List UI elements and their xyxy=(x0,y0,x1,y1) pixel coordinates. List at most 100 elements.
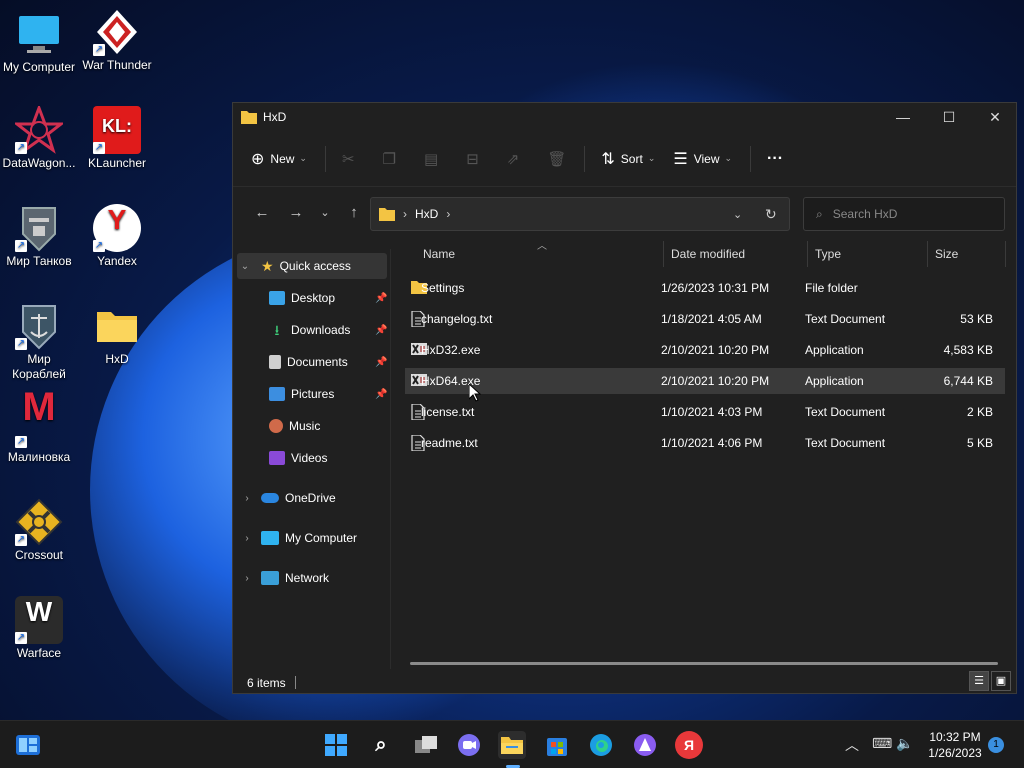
column-divider[interactable] xyxy=(663,241,664,267)
sort-button[interactable]: ⇅ Sort ⌄ xyxy=(601,149,655,169)
more-options-button[interactable]: ··· xyxy=(767,150,783,168)
nav-item-music[interactable]: Music xyxy=(269,413,320,439)
nav-item-documents[interactable]: Documents xyxy=(269,349,348,375)
desktop-icon-warface[interactable]: W ↗ Warface xyxy=(0,596,78,661)
pin-icon[interactable]: 📌 xyxy=(375,325,387,336)
desktop-icon-malinovka[interactable]: M ↗ Малиновка xyxy=(0,385,78,465)
breadcrumb-hxd[interactable]: HxD xyxy=(415,207,438,221)
maximize-button[interactable]: ☐ xyxy=(926,103,972,131)
column-header-type[interactable]: Type xyxy=(815,247,841,271)
column-header-size[interactable]: Size xyxy=(935,247,958,271)
navigation-pane: ⌄ ★ Quick access Desktop 📌 ⭳ Downloads 📌… xyxy=(233,249,391,669)
task-view-button[interactable] xyxy=(412,731,440,759)
nav-item-videos[interactable]: Videos xyxy=(269,445,327,471)
nav-quick-access[interactable]: ⌄ ★ Quick access xyxy=(237,253,387,279)
column-divider[interactable] xyxy=(807,241,808,267)
desktop-icon-klauncher[interactable]: KL: ↗ KLauncher xyxy=(78,106,156,171)
chevron-down-icon[interactable]: ⌄ xyxy=(237,261,253,272)
nav-item-downloads[interactable]: ⭳ Downloads xyxy=(269,317,351,343)
desktop-icon-ships[interactable]: ↗ Мир Кораблей xyxy=(0,302,78,382)
folder-icon xyxy=(93,302,141,350)
pin-icon[interactable]: 📌 xyxy=(375,357,387,368)
details-view-button[interactable]: ☰ xyxy=(969,671,989,691)
malinovka-icon: M ↗ xyxy=(15,385,56,448)
widgets-button[interactable] xyxy=(14,731,42,759)
desktop-icon-my-computer[interactable]: My Computer xyxy=(0,10,78,75)
file-row[interactable]: HxD32.exe 2/10/2021 10:20 PM Application 4,… xyxy=(405,337,1005,363)
recent-locations-icon[interactable]: ⌄ xyxy=(313,206,337,219)
rename-button[interactable]: ⊟ xyxy=(466,150,479,168)
close-button[interactable]: ✕ xyxy=(972,103,1018,131)
nav-item-pictures[interactable]: Pictures xyxy=(269,381,334,407)
file-name: readme.txt xyxy=(421,436,478,450)
volume-icon[interactable]: 🔈 xyxy=(896,735,913,752)
file-row[interactable]: HxD64.exe 2/10/2021 10:20 PM Application 6,… xyxy=(405,368,1005,394)
tiles-view-button[interactable]: ▣ xyxy=(991,671,1011,691)
view-button[interactable]: ☰ View ⌄ xyxy=(673,149,732,169)
new-button[interactable]: ⊕ New ⌄ xyxy=(251,149,307,169)
clock[interactable]: 10:32 PM 1/26/2023 xyxy=(920,729,990,761)
copy-button[interactable]: ❐ xyxy=(383,150,396,168)
desktop-icon-crossout[interactable]: ↗ Crossout xyxy=(0,498,78,563)
file-explorer-taskbar-button[interactable] xyxy=(498,731,526,759)
column-divider[interactable] xyxy=(927,241,928,267)
crossout-icon: ↗ xyxy=(15,498,63,546)
file-size: 6,744 KB xyxy=(943,374,993,388)
alice-button[interactable] xyxy=(631,731,659,759)
desktop-icon-hxd-folder[interactable]: HxD xyxy=(78,302,156,367)
file-row[interactable]: Settings 1/26/2023 10:31 PM File folder xyxy=(405,275,1005,301)
breadcrumb-chevron-icon[interactable]: › xyxy=(446,207,450,221)
address-bar[interactable]: › HxD › ⌄ ↻ xyxy=(370,197,790,231)
desktop-icon-tanks[interactable]: ↗ Мир Танков xyxy=(0,204,78,269)
pin-icon[interactable]: 📌 xyxy=(375,389,387,400)
monitor-icon xyxy=(15,10,63,58)
desktop-icon-datawagon[interactable]: ↗ DataWagon... xyxy=(0,103,78,171)
nav-onedrive[interactable]: › OneDrive xyxy=(239,485,335,511)
yandex-browser-button[interactable]: Я xyxy=(675,731,703,759)
nav-network[interactable]: › Network xyxy=(239,565,329,591)
column-header-date[interactable]: Date modified xyxy=(671,247,745,271)
nav-item-desktop[interactable]: Desktop xyxy=(269,285,335,311)
desktop-icon-yandex[interactable]: Y ↗ Yandex xyxy=(78,204,156,269)
view-list-icon: ☰ xyxy=(673,150,688,168)
file-row[interactable]: license.txt 1/10/2021 4:03 PM Text Documen… xyxy=(405,399,1005,425)
chevron-right-icon[interactable]: › xyxy=(239,573,255,584)
delete-button[interactable]: 🗑 xyxy=(547,150,566,168)
back-arrow-icon[interactable]: ← xyxy=(245,204,279,221)
chat-button[interactable] xyxy=(455,731,483,759)
notification-badge[interactable]: 1 xyxy=(988,737,1004,753)
file-date: 2/10/2021 10:20 PM xyxy=(661,343,770,357)
forward-arrow-icon[interactable]: → xyxy=(279,204,313,221)
nav-my-computer[interactable]: › My Computer xyxy=(239,525,357,551)
datawagon-icon: ↗ xyxy=(12,103,66,154)
refresh-icon[interactable]: ↻ xyxy=(765,206,777,223)
minimize-button[interactable]: — xyxy=(880,103,926,131)
show-hidden-icons-chevron-icon[interactable]: ︿ xyxy=(845,735,859,755)
chevron-right-icon[interactable]: › xyxy=(239,533,255,544)
file-type: Text Document xyxy=(805,312,886,326)
chevron-right-icon[interactable]: › xyxy=(239,493,255,504)
search-button[interactable]: ⌕ xyxy=(367,731,395,759)
music-icon xyxy=(269,419,283,433)
file-date: 1/26/2023 10:31 PM xyxy=(661,281,770,295)
edge-button[interactable] xyxy=(587,731,615,759)
pin-icon[interactable]: 📌 xyxy=(375,293,387,304)
network-tray-icon[interactable]: ⌨ xyxy=(872,735,892,752)
address-dropdown-icon[interactable]: ⌄ xyxy=(733,208,742,221)
store-button[interactable] xyxy=(543,731,571,759)
column-divider[interactable] xyxy=(1005,241,1006,267)
explorer-window: HxD — ☐ ✕ ⊕ New ⌄ ✂ ❐ ▤ ⊟ ⇗ 🗑 ⇅ Sort ⌄ ☰… xyxy=(232,102,1017,694)
search-box[interactable]: ⌕ xyxy=(803,197,1005,231)
share-button[interactable]: ⇗ xyxy=(507,150,520,168)
horizontal-scrollbar[interactable] xyxy=(410,662,998,665)
desktop-icon-war-thunder[interactable]: ↗ War Thunder xyxy=(78,8,156,73)
paste-button[interactable]: ▤ xyxy=(424,150,438,168)
file-row[interactable]: changelog.txt 1/18/2021 4:05 AM Text Docum… xyxy=(405,306,1005,332)
start-button[interactable] xyxy=(322,731,350,759)
file-size: 2 KB xyxy=(966,405,993,419)
up-arrow-icon[interactable]: ↑ xyxy=(337,204,371,221)
file-row[interactable]: readme.txt 1/10/2021 4:06 PM Text Document… xyxy=(405,430,1005,456)
column-header-name[interactable]: Name xyxy=(423,247,455,271)
search-input[interactable] xyxy=(832,207,983,221)
cut-button[interactable]: ✂ xyxy=(342,150,355,168)
